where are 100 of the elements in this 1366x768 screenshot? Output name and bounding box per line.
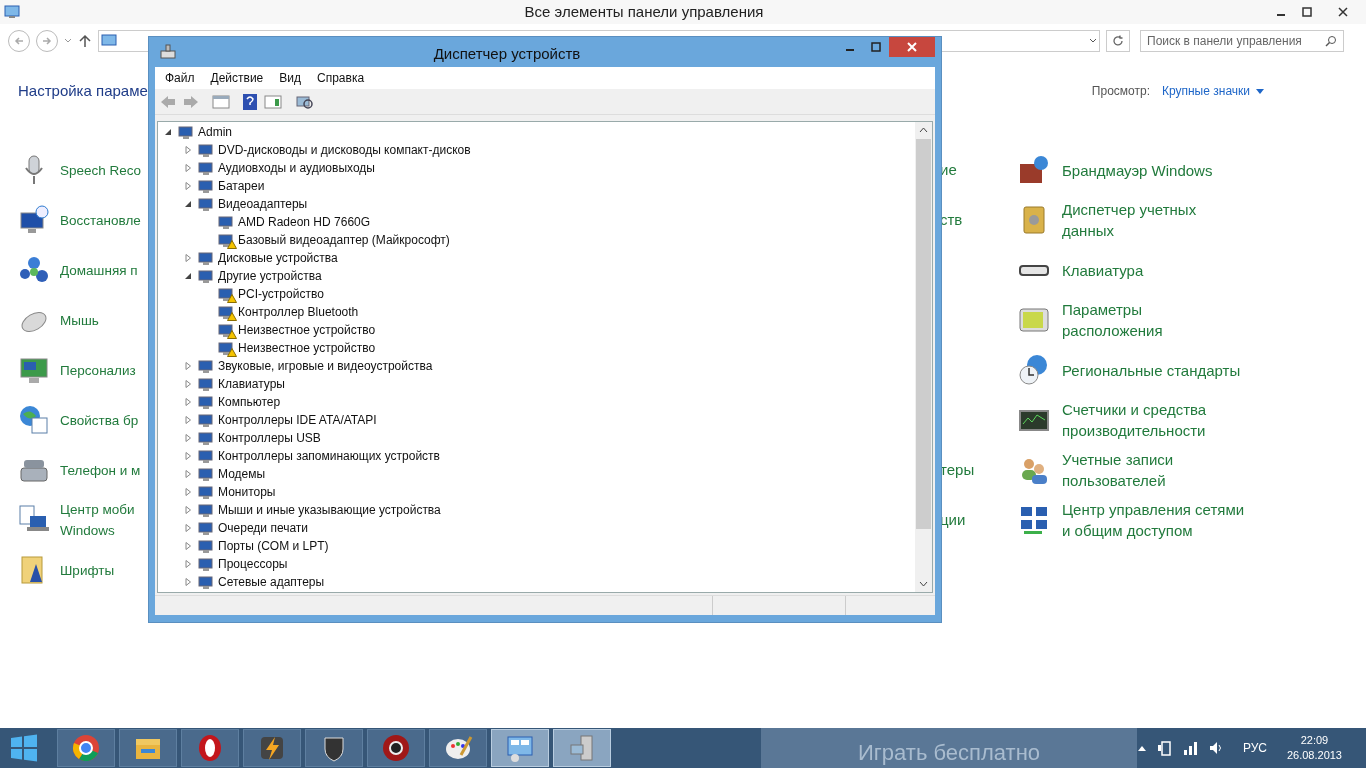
view-dropdown[interactable]: Крупные значки [1161,82,1264,100]
expand-arrow[interactable] [184,164,192,172]
expand-arrow[interactable] [184,362,192,370]
control-panel-link[interactable]: Центр моби Windows [60,499,135,541]
close-button[interactable] [889,37,935,57]
globe-icon [18,404,50,436]
control-panel-link[interactable]: Домашняя п [60,259,138,281]
control-panel-link[interactable]: теры [940,458,975,482]
control-panel-link[interactable]: Персонализ [60,359,136,381]
tree-item[interactable]: Дисковые устройства [218,249,338,267]
console-tree-icon[interactable] [211,93,231,110]
language-indicator[interactable]: РУС [1242,739,1267,757]
expand-arrow[interactable] [184,452,192,460]
tree-item[interactable]: Батареи [218,177,265,195]
control-panel-link[interactable]: Счетчики и средства производительности [1062,399,1207,441]
expand-arrow[interactable] [184,434,192,442]
tree-item[interactable]: Звуковые, игровые и видеоустройства [218,357,433,375]
tree-item[interactable]: Видеоадаптеры [218,195,308,213]
forward-arrow-icon[interactable] [182,93,200,110]
expand-arrow[interactable] [184,578,192,586]
control-panel-link[interactable]: Параметры расположения [1062,299,1163,341]
show-hidden-icons[interactable] [1136,744,1147,752]
device-icon [198,574,214,590]
scroll-up-icon[interactable] [919,127,928,133]
expand-arrow[interactable] [184,560,192,568]
tree-item[interactable]: Мыши и иные указывающие устройства [218,501,441,519]
control-panel-link[interactable]: Региональные стандарты [1062,359,1241,381]
expand-arrow[interactable] [184,506,192,514]
expand-arrow[interactable] [184,488,192,496]
expand-arrow[interactable] [184,254,192,262]
tree-item[interactable]: PCI-устройство [238,285,324,303]
expand-arrow[interactable] [184,416,192,424]
maximize-icon [1302,7,1312,17]
expand-arrow[interactable] [184,182,192,190]
tree-item[interactable]: Неизвестное устройство [238,321,376,339]
tree-item[interactable]: Клавиатуры [218,375,285,393]
menu-item[interactable]: Вид [279,69,301,87]
expand-arrow[interactable] [184,542,192,550]
tree-item[interactable]: Контроллер Bluetooth [238,303,359,321]
properties-icon[interactable] [263,93,283,110]
tree-item[interactable]: Неизвестное устройство [238,339,376,357]
menu-item[interactable]: Действие [210,69,264,87]
control-panel-link[interactable]: Свойства бр [60,409,139,431]
up-arrow-icon[interactable] [78,34,92,48]
control-panel-link[interactable]: Телефон и м [60,459,141,481]
tree-item[interactable]: Компьютер [218,393,281,411]
expand-arrow[interactable] [184,470,192,478]
tree-item[interactable]: Сетевые адаптеры [218,573,325,591]
control-panel-link[interactable]: Восстановле [60,209,141,231]
scroll-down-icon[interactable] [919,581,928,587]
collapse-arrow[interactable] [184,272,192,280]
tree-item[interactable]: DVD-дисководы и дисководы компакт-дисков [218,141,471,159]
tree-item[interactable]: Другие устройства [218,267,322,285]
taskbar-app[interactable] [367,729,426,767]
clock[interactable]: 22:09 26.08.2013 [1286,733,1342,763]
device-icon [218,214,234,230]
control-panel-link[interactable]: Диспетчер учетных данных [1062,199,1197,241]
tree-item[interactable]: Контроллеры USB [218,429,321,447]
signal-icon[interactable] [1182,740,1199,756]
tree-item[interactable]: Модемы [218,465,266,483]
tree-item[interactable]: Процессоры [218,555,288,573]
tree-item[interactable]: Мониторы [218,483,276,501]
control-panel-link[interactable]: Шрифты [60,559,115,581]
control-panel-link[interactable]: Speech Reco [60,159,142,181]
collapse-arrow[interactable] [184,200,192,208]
refresh-button[interactable] [1106,30,1130,52]
control-panel-link[interactable]: Клавиатура [1062,259,1144,281]
tree-item[interactable]: Контроллеры IDE ATA/ATAPI [218,411,377,429]
tree-item[interactable]: AMD Radeon HD 7660G [238,213,371,231]
control-panel-link[interactable]: Брандмауэр Windows [1062,159,1213,181]
expand-arrow[interactable] [184,380,192,388]
tree-item[interactable]: Контроллеры запоминающих устройств [218,447,440,465]
control-panel-link[interactable]: Мышь [60,309,99,331]
tree-item[interactable]: Admin [198,123,232,141]
minimize-icon [846,49,854,51]
scrollbar[interactable] [915,122,932,592]
control-panel-link[interactable]: Учетные записи пользователей [1062,449,1174,491]
device-icon [218,340,234,356]
close-icon [1338,7,1348,17]
expand-arrow[interactable] [184,398,192,406]
taskbar-app[interactable] [305,729,364,767]
taskbar-app[interactable] [57,729,116,767]
tree-item[interactable]: Порты (COM и LPT) [218,537,329,555]
scroll-thumb[interactable] [916,139,931,529]
collapse-arrow[interactable] [164,128,172,136]
back-arrow-icon[interactable] [159,93,177,110]
expand-arrow[interactable] [184,524,192,532]
back-arrow-icon [14,36,24,46]
tree-item[interactable]: Очереди печати [218,519,309,537]
expand-arrow[interactable] [184,146,192,154]
tree-item[interactable]: Аудиовходы и аудиовыходы [218,159,375,177]
menu-item[interactable]: Файл [165,69,195,87]
control-panel-link[interactable]: Центр управления сетями и общим доступом [1062,499,1245,541]
scan-hardware-icon[interactable] [294,93,314,110]
taskbar-app[interactable] [181,729,240,767]
menu-item[interactable]: Справка [317,69,365,87]
search-field[interactable]: Поиск в панели управления [1140,30,1344,52]
help-icon[interactable] [242,92,258,111]
tree-item[interactable]: Базовый видеоадаптер (Майкрософт) [238,231,450,249]
computer-icon [159,43,177,61]
